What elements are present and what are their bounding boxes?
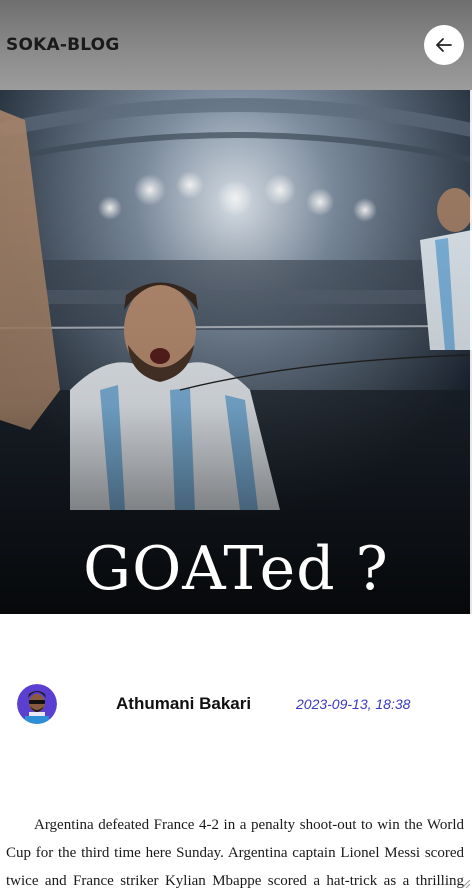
article-body: Argentina defeated France 4-2 in a penal… [6,817,464,889]
author-row: Athumani Bakari 2023-09-13, 18:38 [0,684,472,724]
avatar[interactable] [17,684,57,724]
post-title: GOATed ? [83,534,389,604]
hero-image: GOATed ? [0,90,472,614]
arrow-left-icon [436,38,452,52]
post-date: 2023-09-13, 18:38 [296,696,411,712]
back-button[interactable] [424,25,464,65]
avatar-icon [17,684,57,724]
author-name[interactable]: Athumani Bakari [116,694,251,714]
site-brand[interactable]: SOKA-BLOG [6,35,119,55]
header-bar: SOKA-BLOG [0,0,472,90]
blog-post-page: SOKA-BLOG GOATed ? Athumani Bakari 2023-… [0,0,472,890]
resize-handle-icon[interactable] [460,878,470,888]
